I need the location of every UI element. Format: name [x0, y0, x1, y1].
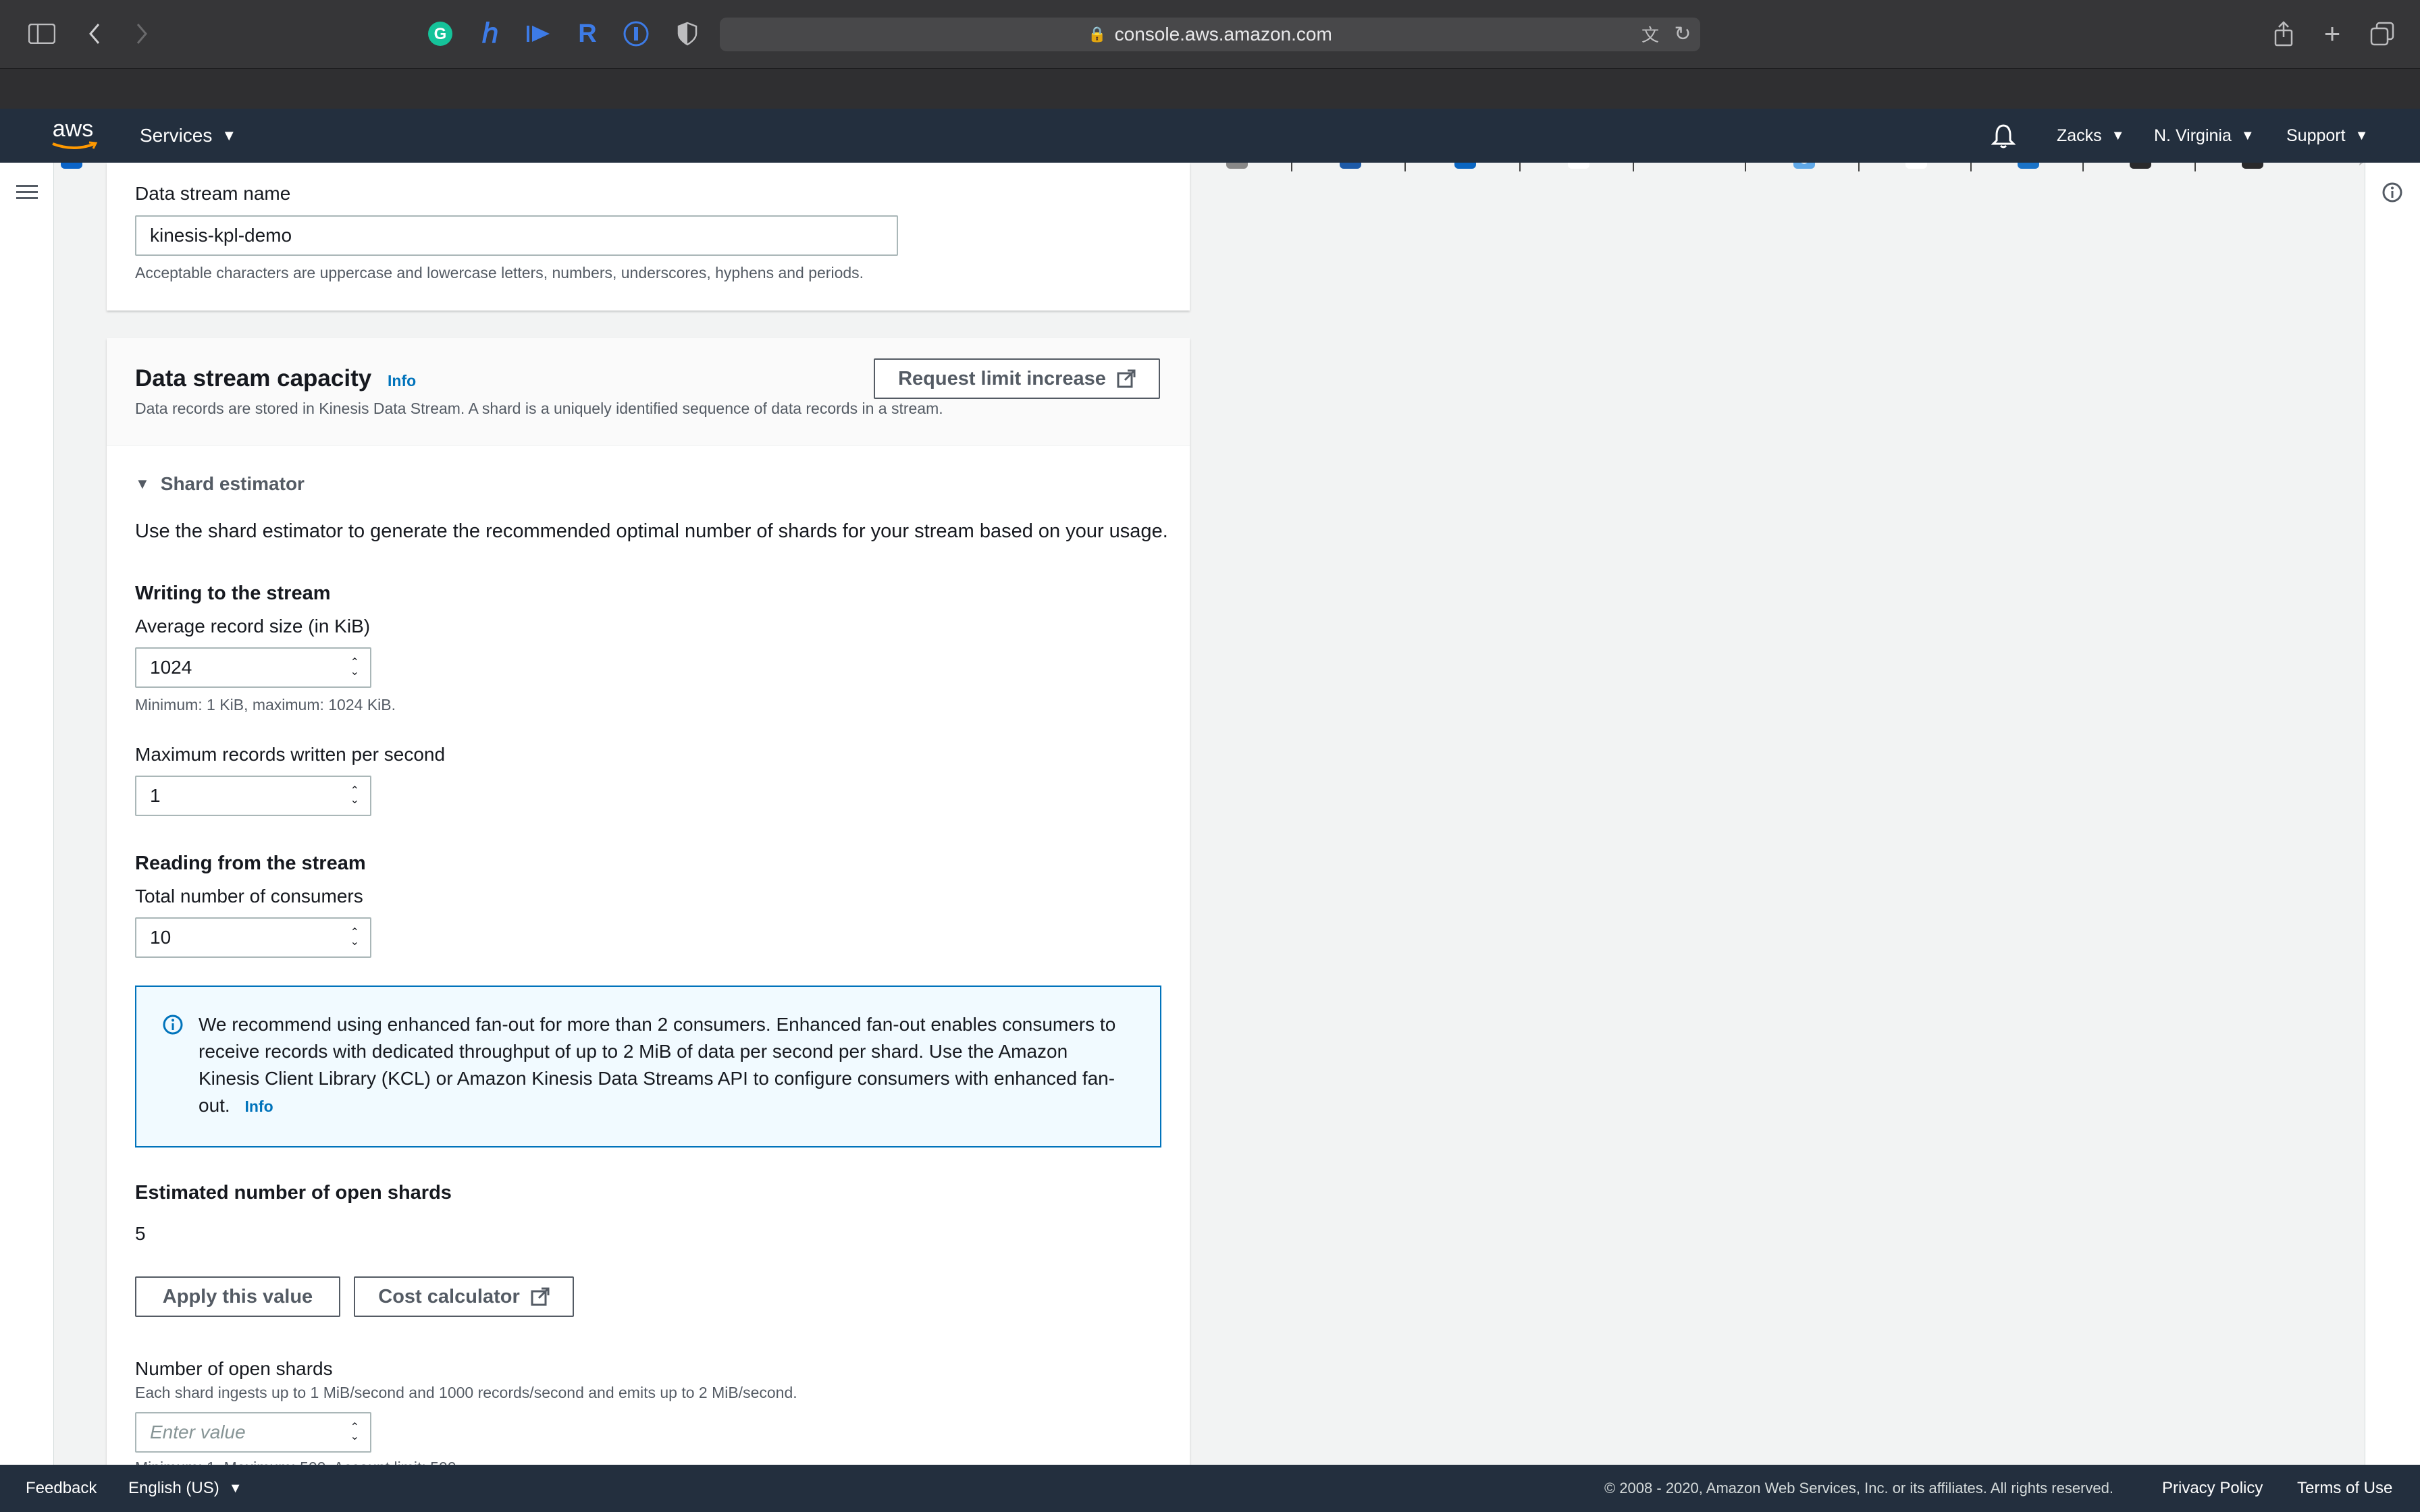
writing-heading: Writing to the stream [135, 583, 331, 604]
caret-down-icon: ▼ [2111, 128, 2125, 143]
address-bar[interactable]: 🔒 console.aws.amazon.com [720, 18, 1700, 51]
stream-name-panel: Data stream name kinesis-kpl-demo Accept… [107, 163, 1190, 310]
alert-text: We recommend using enhanced fan-out for … [199, 1014, 1116, 1116]
caret-down-icon: ▼ [221, 127, 237, 144]
region-menu[interactable]: N. Virginia ▼ [2154, 109, 2255, 163]
avg-record-size-input[interactable]: 1024 ⌃ ⌄ [135, 647, 371, 688]
request-limit-increase-button[interactable]: Request limit increase [874, 358, 1160, 399]
privacy-policy-link[interactable]: Privacy Policy [2162, 1465, 2263, 1512]
stream-name-hint: Acceptable characters are uppercase and … [135, 264, 864, 281]
capacity-title: Data stream capacity [135, 365, 372, 392]
caret-down-icon: ▼ [2240, 128, 2255, 143]
cost-calculator-button[interactable]: Cost calculator [354, 1276, 574, 1317]
caret-down-icon: ▼ [2355, 128, 2369, 143]
info-circle-icon [163, 1015, 183, 1035]
stepper-icon[interactable]: ⌃ ⌄ [350, 1422, 359, 1442]
capacity-panel: Data stream capacity Info Data records a… [107, 338, 1190, 1476]
browser-toolbar: G ℎ R 🔒 console.aws.amazon.com 文 ↻ + [0, 0, 2420, 68]
alert-info-link[interactable]: Info [244, 1098, 273, 1115]
caret-down-icon: ▼ [228, 1480, 242, 1496]
onepassword-extension-icon[interactable] [621, 19, 651, 49]
share-icon[interactable] [2269, 18, 2298, 50]
terms-of-use-link[interactable]: Terms of Use [2297, 1465, 2392, 1512]
sidebar-toggle-icon[interactable] [26, 19, 58, 49]
translate-icon[interactable]: 文 [1637, 20, 1664, 47]
language-selector[interactable]: English (US) ▼ [128, 1465, 242, 1512]
stream-name-input[interactable]: kinesis-kpl-demo [135, 215, 898, 256]
reload-icon[interactable]: ↻ [1669, 20, 1696, 47]
capacity-description: Data records are stored in Kinesis Data … [135, 400, 943, 417]
stepper-icon[interactable]: ⌃ ⌄ [350, 927, 359, 948]
reading-heading: Reading from the stream [135, 853, 366, 874]
address-text: console.aws.amazon.com [1114, 24, 1332, 45]
open-shards-label: Number of open shards [135, 1358, 333, 1379]
shard-estimator-toggle[interactable]: ▼ Shard estimator [135, 473, 305, 495]
bell-icon[interactable] [1988, 120, 2019, 151]
support-menu[interactable]: Support ▼ [2286, 109, 2368, 163]
max-records-label: Maximum records written per second [135, 744, 446, 765]
back-icon[interactable] [81, 18, 108, 50]
estimated-shards-heading: Estimated number of open shards [135, 1182, 452, 1204]
aws-logo[interactable]: aws [46, 117, 100, 153]
privacy-shield-icon[interactable] [673, 19, 702, 49]
readwise-extension-icon[interactable]: R [573, 19, 602, 49]
info-circle-icon[interactable] [2377, 178, 2407, 207]
copyright-text: © 2008 - 2020, Amazon Web Services, Inc.… [1604, 1480, 2113, 1496]
favorites-bar: M O O ⬢ 文 文 ▦ ◘ GH 🔥 N ▶ ≡ ET ET F sa in… [0, 68, 2420, 171]
consumers-label: Total number of consumers [135, 886, 363, 907]
feedback-button[interactable]: Feedback [26, 1465, 97, 1512]
honey-extension-icon[interactable]: ℎ [475, 19, 505, 49]
hamburger-menu-icon[interactable] [12, 178, 42, 207]
avg-record-size-hint: Minimum: 1 KiB, maximum: 1024 KiB. [135, 696, 396, 713]
estimated-shards-value: 5 [135, 1223, 146, 1244]
play-extension-icon[interactable] [524, 19, 554, 49]
avg-record-size-label: Average record size (in KiB) [135, 616, 371, 637]
right-tools-rail [2365, 163, 2420, 1465]
stepper-icon[interactable]: ⌃ ⌄ [350, 657, 359, 678]
stream-name-label: Data stream name [135, 183, 291, 204]
consumers-input[interactable]: 10 ⌃ ⌄ [135, 917, 371, 958]
caret-down-icon: ▼ [135, 475, 150, 492]
left-navigation-rail [0, 163, 54, 1465]
open-shards-input[interactable]: Enter value ⌃ ⌄ [135, 1412, 371, 1453]
estimator-description: Use the shard estimator to generate the … [135, 520, 1168, 542]
new-tab-icon[interactable]: + [2317, 18, 2347, 50]
services-menu[interactable]: Services ▼ [140, 109, 236, 163]
capacity-info-link[interactable]: Info [388, 372, 416, 390]
tab-overview-icon[interactable] [2367, 18, 2397, 50]
account-menu[interactable]: Zacks ▼ [2057, 109, 2124, 163]
aws-console-footer: Feedback English (US) ▼ © 2008 - 2020, A… [0, 1465, 2420, 1512]
external-link-icon [1117, 369, 1136, 388]
external-link-icon [531, 1287, 550, 1306]
enhanced-fanout-alert: We recommend using enhanced fan-out for … [135, 986, 1161, 1148]
svg-text:G: G [434, 25, 447, 43]
lock-icon: 🔒 [1088, 26, 1107, 43]
forward-icon[interactable] [128, 18, 155, 50]
stepper-icon[interactable]: ⌃ ⌄ [350, 786, 359, 806]
apply-value-button[interactable]: Apply this value [135, 1276, 340, 1317]
max-records-input[interactable]: 1 ⌃ ⌄ [135, 776, 371, 816]
open-shards-hint: Each shard ingests up to 1 MiB/second an… [135, 1384, 797, 1401]
grammarly-extension-icon[interactable]: G [425, 19, 455, 49]
